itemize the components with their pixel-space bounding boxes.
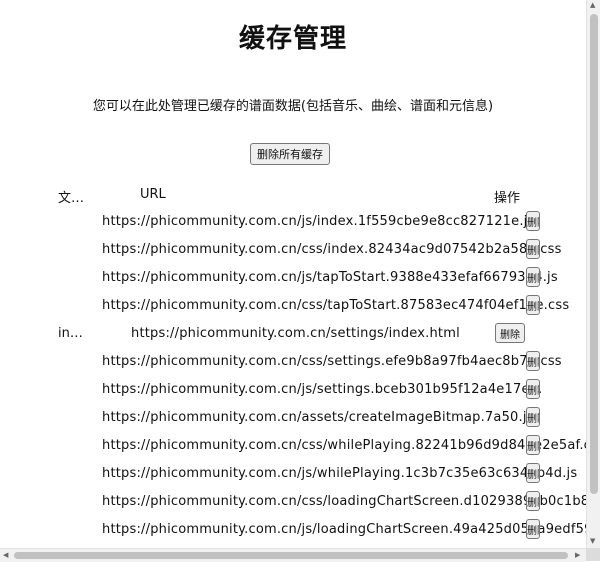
url-cell: https://phicommunity.com.cn/js/whilePlay… (102, 466, 578, 481)
table-row: https://phicommunity.com.cn/css/index.82… (0, 236, 586, 264)
table-row: https://phicommunity.com.cn/css/loadingC… (0, 488, 586, 516)
url-cell: https://phicommunity.com.cn/css/loadingC… (102, 494, 586, 509)
delete-cache-button[interactable]: 删除 (526, 295, 540, 315)
url-cell: https://phicommunity.com.cn/css/index.82… (102, 242, 562, 257)
vertical-scroll-thumb[interactable] (590, 14, 598, 494)
delete-cache-button[interactable]: 删除 (526, 491, 540, 511)
url-cell: https://phicommunity.com.cn/settings/ind… (131, 326, 460, 341)
table-row: https://phicommunity.com.cn/js/index.1f5… (0, 208, 586, 236)
scrollbar-corner (586, 548, 600, 561)
table-row: https://phicommunity.com.cn/js/whilePlay… (0, 460, 586, 488)
url-cell: https://phicommunity.com.cn/css/settings… (102, 354, 562, 369)
url-cell: https://phicommunity.com.cn/css/whilePla… (102, 438, 586, 453)
delete-cache-button[interactable]: 删除 (526, 407, 540, 427)
column-header-action: 操作 (494, 191, 521, 206)
url-cell: https://phicommunity.com.cn/js/index.1f5… (102, 214, 535, 229)
delete-cache-button[interactable]: 删除 (526, 463, 540, 483)
table-row: in… https://phicommunity.com.cn/settings/… (0, 320, 586, 348)
table-row: https://phicommunity.com.cn/js/settings.… (0, 376, 586, 404)
column-header-file: 文… (58, 191, 85, 206)
vertical-scrollbar[interactable]: ▲ ▼ (586, 0, 600, 548)
delete-cache-button[interactable]: 删除 (526, 379, 540, 399)
page-description: 您可以在此处管理已缓存的谱面数据(包括音乐、曲绘、谱面和元信息) (92, 99, 494, 114)
page-title: 缓存管理 (238, 24, 347, 54)
table-row: https://phicommunity.com.cn/js/loadingCh… (0, 516, 586, 544)
delete-cache-button[interactable]: 删除 (526, 211, 540, 231)
delete-cache-button[interactable]: 删除 (495, 323, 525, 343)
table-row: https://phicommunity.com.cn/css/whilePla… (0, 432, 586, 460)
horizontal-scroll-thumb[interactable] (14, 552, 568, 559)
table-row: https://phicommunity.com.cn/assets/creat… (0, 404, 586, 432)
table-row: https://phicommunity.com.cn/css/settings… (0, 348, 586, 376)
cache-management-page: 缓存管理 您可以在此处管理已缓存的谱面数据(包括音乐、曲绘、谱面和元信息) 删除… (0, 0, 586, 548)
url-cell: https://phicommunity.com.cn/assets/creat… (102, 410, 534, 425)
delete-cache-button[interactable]: 删除 (526, 519, 540, 539)
url-cell: https://phicommunity.com.cn/css/tapToSta… (102, 298, 570, 313)
url-cell: https://phicommunity.com.cn/js/tapToStar… (102, 270, 558, 285)
delete-cache-button[interactable]: 删除 (526, 351, 540, 371)
column-header-url: URL (140, 187, 166, 202)
url-cell: https://phicommunity.com.cn/js/settings.… (102, 382, 543, 397)
delete-cache-button[interactable]: 删除 (526, 435, 540, 455)
delete-cache-button[interactable]: 删除 (526, 239, 540, 259)
scroll-down-arrow-icon[interactable]: ▼ (590, 538, 595, 545)
table-row: https://phicommunity.com.cn/js/tapToStar… (0, 264, 586, 292)
scroll-left-arrow-icon[interactable]: ◀ (3, 552, 8, 559)
table-row: https://phicommunity.com.cn/css/tapToSta… (0, 292, 586, 320)
file-name-cell: in… (58, 326, 83, 341)
delete-all-cache-button[interactable]: 删除所有缓存 (250, 143, 330, 165)
horizontal-scrollbar[interactable]: ◀ ▶ (0, 548, 586, 562)
delete-cache-button[interactable]: 删除 (526, 267, 540, 287)
url-cell: https://phicommunity.com.cn/js/loadingCh… (102, 522, 586, 537)
scroll-up-arrow-icon[interactable]: ▲ (590, 2, 595, 9)
scroll-right-arrow-icon[interactable]: ▶ (575, 552, 580, 559)
